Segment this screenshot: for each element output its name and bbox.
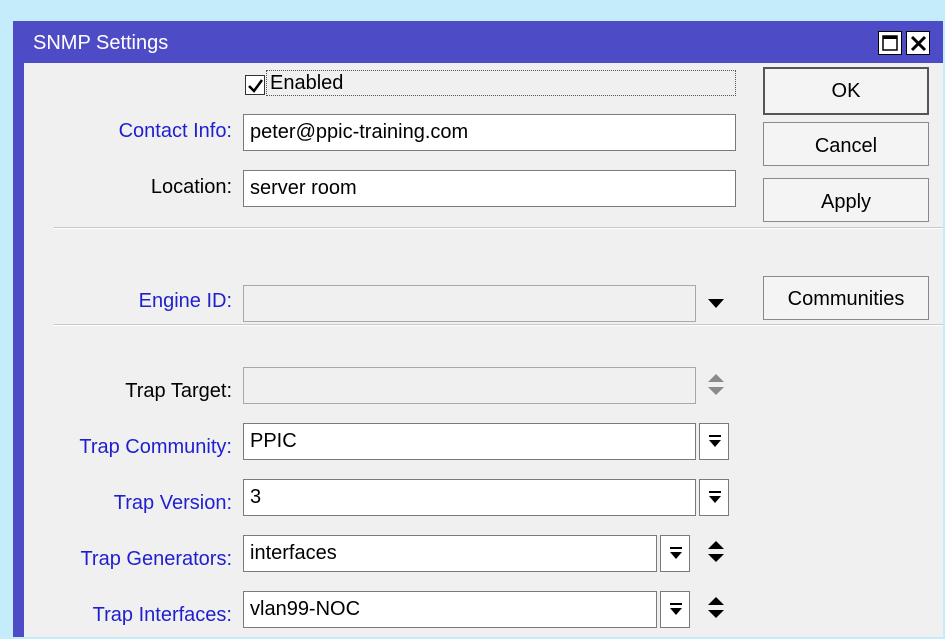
trap-generators-dropdown[interactable] (660, 535, 690, 572)
engine-id-label: Engine ID: (138, 290, 232, 312)
engine-id-label-wrap: Engine ID: (24, 287, 232, 317)
contact-info-label: Contact Info: (118, 120, 232, 142)
trap-target-label-wrap: Trap Target: (24, 377, 232, 407)
cancel-button[interactable]: Cancel (763, 122, 929, 166)
maximize-icon (882, 35, 898, 51)
close-icon (910, 35, 927, 52)
divider (54, 324, 943, 326)
contact-info-field[interactable]: peter@ppic-training.com (243, 114, 736, 151)
trap-version-label-wrap: Trap Version: (24, 489, 232, 519)
location-label: Location: (150, 176, 232, 198)
up-down-arrows-icon[interactable] (708, 597, 724, 619)
trap-interfaces-label-wrap: Trap Interfaces: (24, 601, 232, 631)
divider (54, 227, 943, 229)
trap-generators-field[interactable]: interfaces (243, 535, 657, 572)
location-field[interactable]: server room (243, 170, 736, 207)
trap-community-label: Trap Community: (79, 436, 232, 458)
trap-generators-label: Trap Generators: (80, 548, 232, 570)
close-button[interactable] (906, 31, 930, 55)
trap-generators-label-wrap: Trap Generators: (24, 545, 232, 575)
trap-version-field[interactable]: 3 (243, 479, 696, 516)
contact-info-label-wrap: Contact Info: (24, 117, 232, 147)
trap-target-label: Trap Target: (125, 380, 232, 402)
trap-community-dropdown[interactable] (699, 423, 729, 460)
trap-interfaces-dropdown[interactable] (660, 591, 690, 628)
ok-button[interactable]: OK (763, 67, 929, 115)
trap-community-label-wrap: Trap Community: (24, 433, 232, 463)
trap-community-field[interactable]: PPIC (243, 423, 696, 460)
snmp-settings-window: SNMP Settings Enabled Contact Info: pete (13, 21, 943, 637)
trap-interfaces-label: Trap Interfaces: (92, 604, 232, 626)
location-label-wrap: Location: (24, 173, 232, 203)
title-bar[interactable]: SNMP Settings (13, 21, 943, 63)
select-down-icon (670, 547, 682, 559)
trap-interfaces-field[interactable]: vlan99-NOC (243, 591, 657, 628)
select-down-icon (670, 603, 682, 615)
apply-button[interactable]: Apply (763, 178, 929, 222)
checkmark-icon (248, 79, 264, 93)
select-down-icon (709, 435, 721, 447)
trap-version-dropdown[interactable] (699, 479, 729, 516)
communities-button[interactable]: Communities (763, 276, 929, 320)
select-down-icon (709, 491, 721, 503)
up-down-arrows-icon[interactable] (708, 374, 724, 396)
trap-version-label: Trap Version: (113, 492, 232, 514)
dialog-body: Enabled Contact Info: peter@ppic-trainin… (24, 63, 943, 637)
triangle-down-icon[interactable] (708, 299, 724, 309)
enabled-label[interactable]: Enabled (266, 70, 736, 96)
enabled-checkbox[interactable] (245, 75, 265, 95)
trap-target-field[interactable] (243, 367, 696, 404)
window-title: SNMP Settings (33, 32, 169, 54)
up-down-arrows-icon[interactable] (708, 541, 724, 563)
engine-id-field[interactable] (243, 285, 696, 322)
maximize-button[interactable] (878, 31, 902, 55)
